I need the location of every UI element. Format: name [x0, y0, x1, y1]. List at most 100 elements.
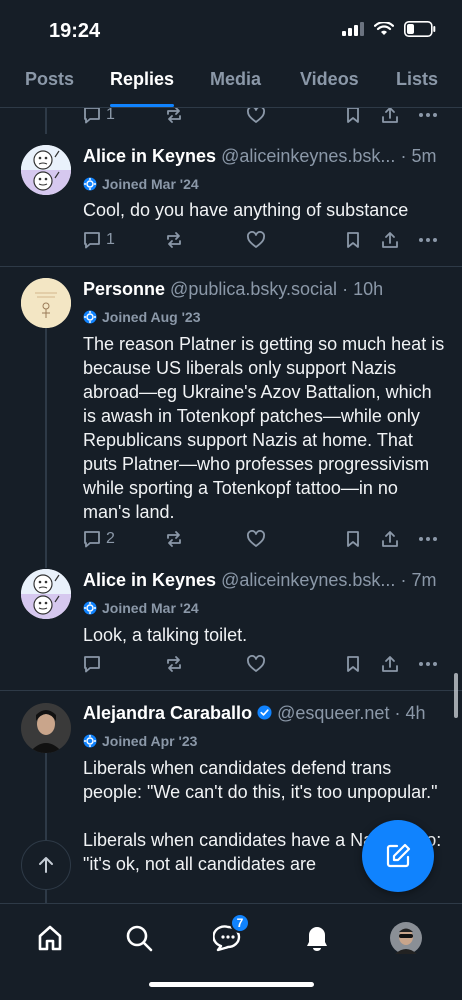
post-time[interactable]: · 7m [400, 570, 436, 590]
post-time[interactable]: · 10h [342, 279, 383, 299]
joined-text: Joined Mar '24 [102, 600, 199, 616]
nav-chat[interactable]: 7 [208, 913, 250, 956]
like-icon [247, 655, 265, 672]
more-icon [419, 537, 437, 541]
nav-notifications[interactable] [297, 920, 337, 956]
post-actions: 1 [82, 230, 442, 254]
author-name[interactable]: Alice in Keynes [83, 570, 216, 590]
reply-icon [84, 232, 100, 249]
verified-icon [257, 705, 272, 720]
post-text: Look, a talking toilet. [83, 625, 248, 645]
reply-count: 2 [106, 530, 115, 547]
replies-feed[interactable]: 1 Alice in Keynes @aliceinkeynes.bsk... … [0, 108, 462, 903]
more-button[interactable] [418, 230, 438, 250]
post-time[interactable]: · 4h [394, 703, 425, 723]
post-time[interactable]: · 5m [400, 146, 436, 166]
repost-button[interactable] [164, 654, 184, 674]
tab-lists[interactable]: Lists [396, 69, 438, 90]
reply-button[interactable] [82, 654, 106, 674]
tab-videos[interactable]: Videos [300, 69, 359, 90]
author-handle[interactable]: @aliceinkeynes.bsk... [221, 146, 395, 166]
author-handle[interactable]: @publica.bsky.social [170, 279, 337, 299]
tab-replies[interactable]: Replies [110, 69, 174, 90]
new-user-icon [83, 734, 97, 748]
bookmark-icon [347, 232, 359, 248]
author-handle[interactable]: @esqueer.net [277, 703, 389, 723]
like-button[interactable] [246, 230, 266, 250]
avatar[interactable] [21, 278, 71, 328]
reply-button[interactable]: 1 [82, 230, 115, 250]
repost-button[interactable] [164, 529, 184, 549]
repost-button[interactable] [164, 230, 184, 250]
avatar-image [21, 703, 71, 753]
joined-label: Joined Aug '23 [83, 309, 201, 325]
nav-profile[interactable] [386, 920, 426, 956]
compose-icon [386, 843, 411, 868]
avatar-image [21, 278, 71, 328]
share-button[interactable] [380, 230, 400, 250]
more-button[interactable] [418, 654, 438, 674]
avatar[interactable] [21, 703, 71, 753]
author-handle[interactable]: @aliceinkeynes.bsk... [221, 570, 395, 590]
new-user-icon [83, 177, 97, 191]
like-button[interactable] [246, 654, 266, 674]
repost-icon [167, 531, 181, 547]
post-actions [82, 654, 442, 678]
joined-label: Joined Apr '23 [83, 733, 197, 749]
post-header: Alice in Keynes @aliceinkeynes.bsk... · … [83, 570, 448, 591]
post-text: The reason Platner is getting so much he… [83, 334, 445, 522]
avatar[interactable] [21, 145, 71, 195]
author-name[interactable]: Personne [83, 279, 165, 299]
active-tab-indicator [110, 104, 174, 107]
repost-icon [167, 232, 181, 248]
like-icon [247, 530, 265, 547]
compose-button[interactable] [362, 820, 434, 892]
joined-text: Joined Apr '23 [102, 733, 198, 749]
share-button[interactable] [380, 529, 400, 549]
joined-label: Joined Mar '24 [83, 176, 199, 192]
chat-badge: 7 [230, 913, 250, 933]
bookmark-button[interactable] [343, 654, 363, 674]
share-icon [382, 656, 398, 672]
joined-text: Joined Mar '24 [102, 176, 199, 192]
bookmark-button[interactable] [343, 230, 363, 250]
author-name[interactable]: Alejandra Caraballo [83, 703, 252, 723]
avatar-image [21, 569, 71, 619]
avatar-image [21, 145, 71, 195]
share-button[interactable] [380, 654, 400, 674]
joined-label: Joined Mar '24 [83, 600, 199, 616]
profile-tabs: Posts Replies Media Videos Lists [0, 60, 462, 108]
nav-home[interactable] [30, 920, 70, 956]
scrollbar[interactable] [454, 673, 458, 718]
reply-icon [84, 531, 100, 548]
status-icons [342, 21, 436, 37]
author-name[interactable]: Alice in Keynes [83, 146, 216, 166]
bookmark-button[interactable] [343, 529, 363, 549]
bookmark-icon [347, 656, 359, 672]
tab-posts[interactable]: Posts [25, 69, 74, 90]
reply-button[interactable]: 2 [82, 529, 115, 549]
post-header: Alice in Keynes @aliceinkeynes.bsk... · … [83, 146, 448, 167]
bookmark-icon [347, 531, 359, 547]
new-user-icon [83, 601, 97, 615]
more-icon [419, 238, 437, 242]
home-indicator [149, 982, 314, 987]
new-user-icon [83, 310, 97, 324]
like-icon [247, 231, 265, 248]
home-icon [38, 925, 62, 951]
reply-icon [84, 656, 100, 673]
tab-media[interactable]: Media [210, 69, 261, 90]
more-button[interactable] [418, 529, 438, 549]
battery-icon [404, 21, 436, 37]
nav-search[interactable] [119, 920, 159, 956]
more-icon [419, 662, 437, 666]
bell-icon [307, 927, 327, 951]
repost-icon [167, 656, 181, 672]
avatar[interactable] [21, 569, 71, 619]
joined-text: Joined Aug '23 [102, 309, 201, 325]
like-button[interactable] [246, 529, 266, 549]
scroll-to-top-button[interactable] [21, 840, 71, 890]
share-icon [382, 531, 398, 547]
share-icon [382, 232, 398, 248]
status-time: 19:24 [49, 20, 101, 42]
